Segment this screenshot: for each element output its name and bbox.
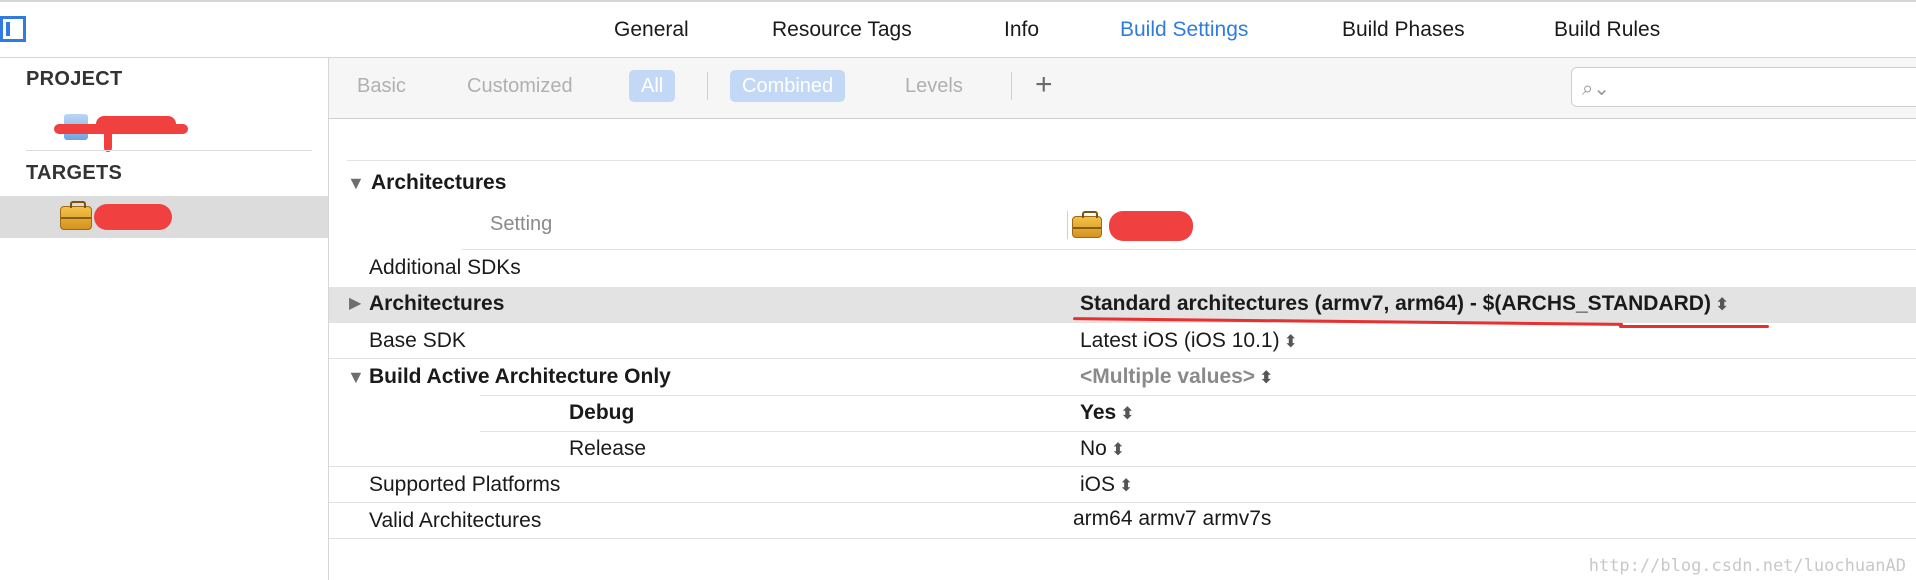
project-item[interactable] [0, 108, 328, 152]
tab-build-rules[interactable]: Build Rules [1554, 18, 1660, 42]
popup-stepper-icon: ⬍ [1120, 404, 1135, 423]
redaction-mark [1109, 211, 1193, 241]
tab-general[interactable]: General [614, 18, 689, 42]
setting-supported-platforms[interactable]: Supported Platforms [369, 473, 560, 497]
project-section-title: PROJECT [26, 68, 123, 90]
setting-release[interactable]: Release [569, 437, 646, 461]
valid-architectures-value[interactable]: arm64 armv7 armv7s [1073, 507, 1271, 531]
setting-build-active-architecture-only[interactable]: Build Active Architecture Only [369, 365, 671, 389]
release-value-text: No [1080, 437, 1107, 460]
toolbox-icon [60, 201, 92, 230]
targets-section-title: TARGETS [26, 162, 123, 184]
column-header-setting: Setting [490, 213, 553, 235]
setting-additional-sdks[interactable]: Additional SDKs [369, 256, 521, 280]
debug-value[interactable]: Yes ⬍ [1080, 401, 1134, 425]
add-setting-button[interactable]: + [1035, 70, 1053, 100]
divider [462, 249, 1916, 250]
setting-debug[interactable]: Debug [569, 401, 634, 425]
base-sdk-value-text: Latest iOS (iOS 10.1) [1080, 329, 1280, 352]
architectures-value-text: Standard architectures (armv7, arm64) - … [1080, 292, 1711, 315]
popup-stepper-icon: ⬍ [1119, 476, 1134, 495]
release-value[interactable]: No ⬍ [1080, 437, 1125, 461]
filter-levels[interactable]: Levels [905, 70, 963, 102]
build-active-arch-value-text: <Multiple values> [1080, 365, 1256, 388]
toolbox-icon [1072, 211, 1102, 238]
sidebar-toggle-icon[interactable] [0, 16, 26, 42]
disclosure-triangle-closed-icon[interactable]: ▶ [349, 293, 361, 313]
redaction-mark [104, 130, 112, 152]
build-active-arch-value[interactable]: <Multiple values> ⬍ [1080, 365, 1273, 389]
search-input[interactable]: ⌕⌄ [1571, 67, 1916, 107]
build-settings-filter-bar: Basic Customized All Combined Levels + ⌕… [329, 58, 1916, 119]
divider [480, 431, 1916, 432]
divider [329, 538, 1916, 539]
divider [347, 160, 1916, 161]
architectures-value[interactable]: Standard architectures (armv7, arm64) - … [1080, 292, 1729, 316]
divider [707, 72, 708, 100]
search-icon: ⌕⌄ [1582, 78, 1610, 100]
divider [329, 502, 1916, 503]
filter-customized[interactable]: Customized [467, 70, 573, 102]
tab-build-settings[interactable]: Build Settings [1120, 18, 1248, 42]
tab-build-phases[interactable]: Build Phases [1342, 18, 1465, 42]
setting-valid-architectures[interactable]: Valid Architectures [369, 509, 541, 533]
tab-info[interactable]: Info [1004, 18, 1039, 42]
section-title-architectures: Architectures [371, 171, 507, 194]
divider [1067, 211, 1068, 239]
setting-architectures: Architectures [369, 292, 505, 315]
build-settings-table: ▼ Architectures Setting Additional SDKs … [329, 119, 1916, 580]
divider [26, 150, 312, 151]
disclosure-triangle-open-icon[interactable]: ▼ [347, 367, 365, 388]
filter-combined[interactable]: Combined [730, 70, 846, 102]
redaction-mark [94, 204, 172, 230]
popup-stepper-icon: ⬍ [1110, 440, 1126, 459]
project-navigator: PROJECT TARGETS [0, 58, 329, 580]
disclosure-triangle-open-icon[interactable]: ▼ [347, 173, 365, 194]
watermark-text: http://blog.csdn.net/luochuanAD [1588, 556, 1906, 576]
divider [329, 466, 1916, 467]
popup-stepper-icon: ⬍ [1283, 332, 1298, 351]
supported-platforms-value-text: iOS [1080, 473, 1116, 496]
annotation-underline [1619, 325, 1769, 328]
debug-value-text: Yes [1080, 401, 1117, 424]
base-sdk-value[interactable]: Latest iOS (iOS 10.1) ⬍ [1080, 329, 1298, 353]
divider [480, 395, 1916, 396]
editor-tab-bar: General Resource Tags Info Build Setting… [0, 0, 1916, 58]
filter-basic[interactable]: Basic [357, 70, 406, 102]
filter-all[interactable]: All [629, 70, 676, 102]
setting-base-sdk[interactable]: Base SDK [369, 329, 466, 353]
divider [1011, 72, 1012, 100]
target-item[interactable] [0, 196, 328, 238]
popup-stepper-icon: ⬍ [1714, 295, 1730, 314]
tab-resource-tags[interactable]: Resource Tags [772, 18, 912, 42]
popup-stepper-icon: ⬍ [1259, 368, 1274, 387]
divider [329, 358, 1916, 359]
supported-platforms-value[interactable]: iOS ⬍ [1080, 473, 1133, 497]
